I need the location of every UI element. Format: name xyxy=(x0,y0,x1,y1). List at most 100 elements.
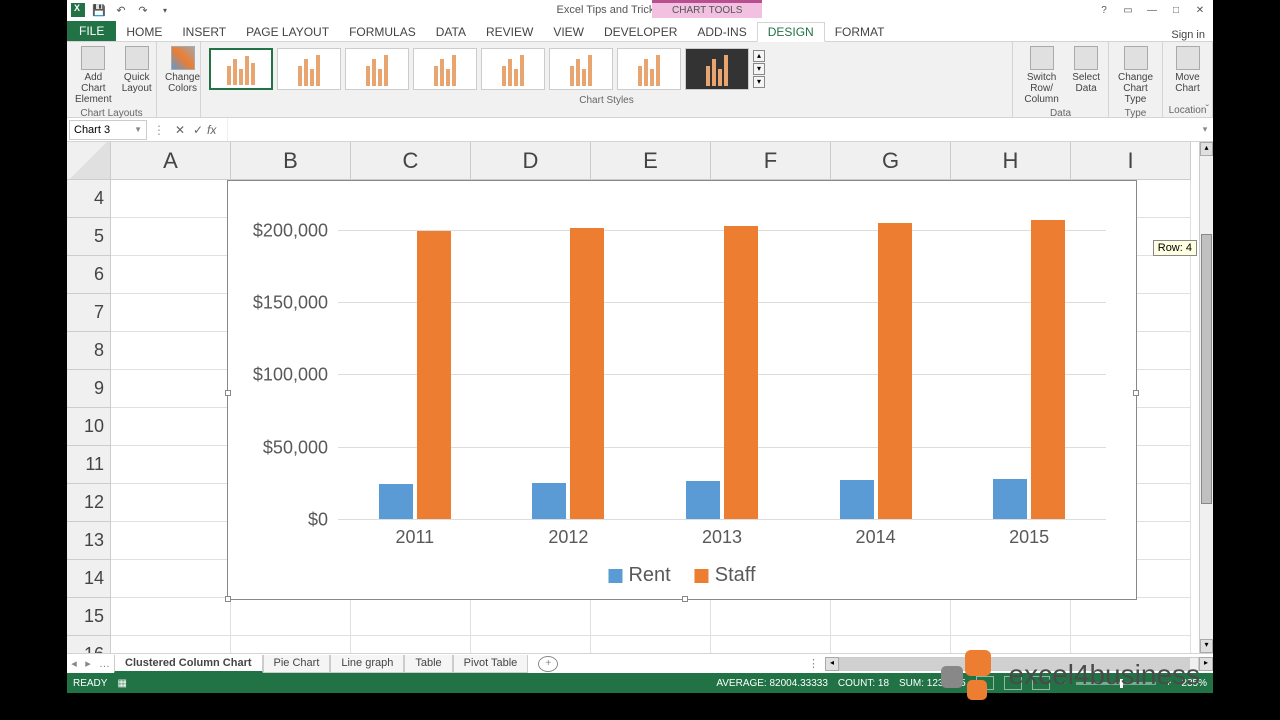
tab-addins[interactable]: ADD-INS xyxy=(687,23,756,41)
bar-staff[interactable] xyxy=(570,228,604,519)
bar-staff[interactable] xyxy=(878,223,912,519)
column-header[interactable]: I xyxy=(1071,142,1191,180)
row-header[interactable]: 7 xyxy=(67,294,111,332)
cell[interactable] xyxy=(351,598,471,636)
bar-group[interactable]: 2014 xyxy=(840,201,912,519)
sheet-tab[interactable]: Table xyxy=(404,655,452,673)
save-icon[interactable]: 💾 xyxy=(91,2,107,18)
bar-rent[interactable] xyxy=(840,480,874,519)
expand-formula-icon[interactable]: ▾ xyxy=(1197,124,1213,135)
change-colors-button[interactable]: Change Colors xyxy=(161,44,204,115)
cell[interactable] xyxy=(111,446,231,484)
plot-area[interactable]: $0$50,000$100,000$150,000$200,0002011201… xyxy=(338,201,1106,519)
fx-icon[interactable]: fx xyxy=(207,123,227,137)
bar-group[interactable]: 2012 xyxy=(532,201,604,519)
undo-icon[interactable]: ↶ xyxy=(113,2,129,18)
cancel-formula-icon[interactable]: ✕ xyxy=(171,123,189,137)
cell[interactable] xyxy=(831,598,951,636)
chart-style-5[interactable] xyxy=(481,48,545,90)
cell[interactable] xyxy=(831,636,951,653)
column-header[interactable]: A xyxy=(111,142,231,180)
row-header[interactable]: 4 xyxy=(67,180,111,218)
bar-rent[interactable] xyxy=(532,483,566,519)
cell[interactable] xyxy=(111,332,231,370)
enter-formula-icon[interactable]: ✓ xyxy=(189,123,207,137)
add-chart-element-button[interactable]: Add Chart Element xyxy=(71,44,116,107)
embedded-chart[interactable]: $0$50,000$100,000$150,000$200,0002011201… xyxy=(227,180,1137,600)
sheet-tab[interactable]: Pivot Table xyxy=(453,655,529,673)
resize-handle[interactable] xyxy=(682,596,688,602)
tab-file[interactable]: FILE xyxy=(67,21,116,41)
styles-scroll-up[interactable]: ▴ xyxy=(753,50,765,62)
cell[interactable] xyxy=(711,636,831,653)
cell[interactable] xyxy=(471,636,591,653)
scroll-down-icon[interactable]: ▾ xyxy=(1200,639,1213,653)
tab-developer[interactable]: DEVELOPER xyxy=(594,23,687,41)
bar-staff[interactable] xyxy=(417,231,451,519)
styles-scroll-down[interactable]: ▾ xyxy=(753,63,765,75)
cell[interactable] xyxy=(591,598,711,636)
tab-data[interactable]: DATA xyxy=(426,23,476,41)
chart-style-7[interactable] xyxy=(617,48,681,90)
row-header[interactable]: 11 xyxy=(67,446,111,484)
sheet-tab[interactable]: Clustered Column Chart xyxy=(114,655,263,673)
sheet-nav-prev[interactable]: ◂ xyxy=(67,657,81,670)
column-header[interactable]: D xyxy=(471,142,591,180)
maximize-icon[interactable]: □ xyxy=(1167,2,1185,18)
bar-rent[interactable] xyxy=(379,484,413,519)
select-all-corner[interactable] xyxy=(67,142,111,180)
cell[interactable] xyxy=(111,522,231,560)
hscroll-right[interactable]: ▸ xyxy=(1199,657,1213,671)
vertical-scrollbar[interactable]: ▴ ▾ xyxy=(1199,142,1213,653)
cell[interactable] xyxy=(471,598,591,636)
cell[interactable] xyxy=(111,408,231,446)
resize-handle[interactable] xyxy=(1133,390,1139,396)
bar-rent[interactable] xyxy=(993,479,1027,519)
bar-staff[interactable] xyxy=(724,226,758,519)
chart-legend[interactable]: Rent Staff xyxy=(608,564,755,587)
row-header[interactable]: 12 xyxy=(67,484,111,522)
select-data-button[interactable]: Select Data xyxy=(1068,44,1104,107)
tab-design[interactable]: DESIGN xyxy=(757,22,825,42)
tab-format[interactable]: FORMAT xyxy=(825,23,895,41)
cell[interactable] xyxy=(591,636,711,653)
collapse-ribbon-icon[interactable]: ˇ xyxy=(1206,104,1209,115)
tab-review[interactable]: REVIEW xyxy=(476,23,543,41)
sheet-nav-next[interactable]: ▸ xyxy=(81,657,95,670)
switch-row-column-button[interactable]: Switch Row/ Column xyxy=(1017,44,1066,107)
ribbon-options-icon[interactable]: ▭ xyxy=(1119,2,1137,18)
bar-group[interactable]: 2013 xyxy=(686,201,758,519)
chart-style-2[interactable] xyxy=(277,48,341,90)
row-header[interactable]: 8 xyxy=(67,332,111,370)
cell[interactable] xyxy=(1071,598,1191,636)
chart-style-3[interactable] xyxy=(345,48,409,90)
resize-handle[interactable] xyxy=(225,390,231,396)
macro-record-icon[interactable]: ▦ xyxy=(117,678,126,689)
resize-handle[interactable] xyxy=(225,596,231,602)
close-icon[interactable]: ✕ xyxy=(1191,2,1209,18)
sheet-tab[interactable]: Line graph xyxy=(330,655,404,673)
cell[interactable] xyxy=(111,180,231,218)
move-chart-button[interactable]: Move Chart xyxy=(1167,44,1208,104)
chart-style-6[interactable] xyxy=(549,48,613,90)
hscroll-left[interactable]: ◂ xyxy=(825,657,839,671)
name-box[interactable]: Chart 3▼ xyxy=(69,120,147,140)
cell[interactable] xyxy=(111,560,231,598)
scroll-thumb[interactable] xyxy=(1201,234,1212,504)
tab-insert[interactable]: INSERT xyxy=(172,23,236,41)
cell[interactable] xyxy=(111,598,231,636)
bar-group[interactable]: 2015 xyxy=(993,201,1065,519)
formula-input[interactable] xyxy=(227,118,1197,141)
bar-rent[interactable] xyxy=(686,481,720,519)
row-header[interactable]: 16 xyxy=(67,636,111,653)
minimize-icon[interactable]: — xyxy=(1143,2,1161,18)
row-header[interactable]: 10 xyxy=(67,408,111,446)
cell[interactable] xyxy=(111,636,231,653)
chart-style-8[interactable] xyxy=(685,48,749,90)
sheet-nav-more[interactable]: … xyxy=(95,658,114,670)
cell[interactable] xyxy=(111,256,231,294)
cell[interactable] xyxy=(351,636,471,653)
cell[interactable] xyxy=(711,598,831,636)
tab-formulas[interactable]: FORMULAS xyxy=(339,23,426,41)
row-header[interactable]: 15 xyxy=(67,598,111,636)
